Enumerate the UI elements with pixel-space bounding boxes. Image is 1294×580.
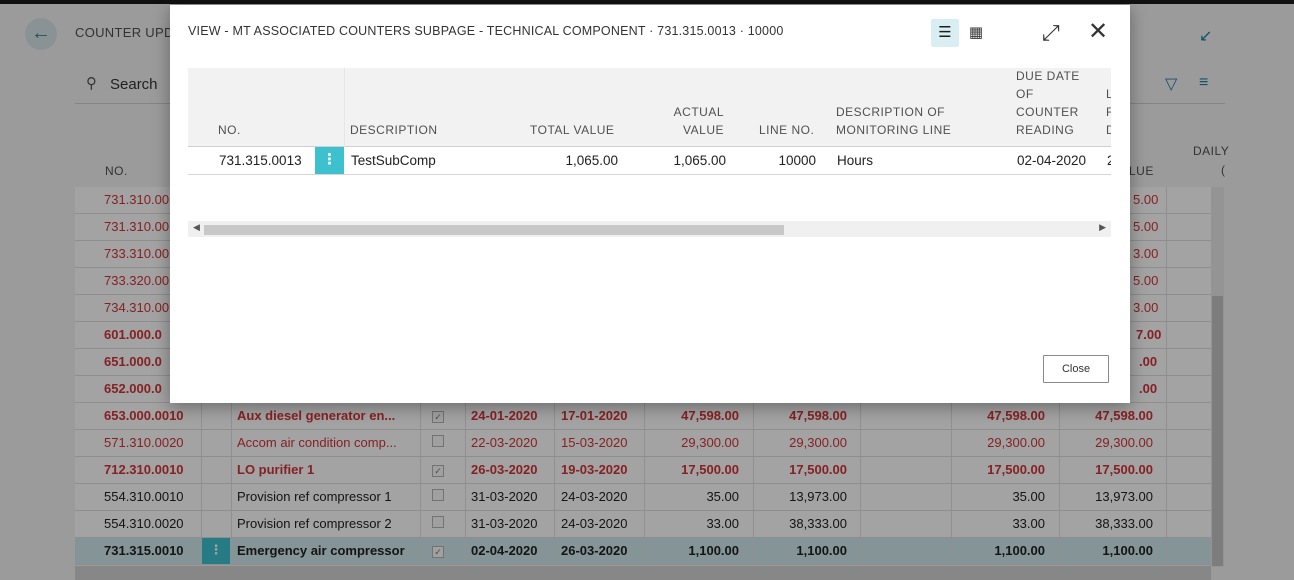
close-icon[interactable]: ✕ (1088, 19, 1108, 45)
scroll-left-icon[interactable]: ◀ (193, 222, 200, 233)
column-header-monitoring-description[interactable]: DESCRIPTION OF MONITORING LINE (836, 103, 951, 139)
cell-actual-value: 1,065.00 (673, 153, 726, 168)
header-line: L (1106, 87, 1111, 101)
subpage-table: NO. DESCRIPTION TOTAL VALUE ACTUAL VALUE… (188, 68, 1111, 238)
column-header-description[interactable]: DESCRIPTION (350, 121, 438, 139)
header-line: D (1106, 123, 1111, 137)
header-line: READING (1016, 123, 1075, 137)
header-line: OF (1016, 87, 1034, 101)
expand-icon[interactable]: ⤢ (1042, 20, 1060, 46)
column-header-no[interactable]: NO. (218, 121, 241, 139)
cell-monitoring-description: Hours (837, 153, 874, 168)
header-line: VALUE (683, 123, 724, 137)
cell-next: 2 (1107, 153, 1111, 168)
table-header: NO. DESCRIPTION TOTAL VALUE ACTUAL VALUE… (188, 68, 1111, 147)
column-divider (344, 68, 345, 147)
header-line: MONITORING LINE (836, 123, 952, 137)
dialog-title: VIEW - MT ASSOCIATED COUNTERS SUBPAGE - … (188, 24, 784, 38)
row-actions-icon[interactable]: ⋮ (315, 147, 344, 174)
cell-line-no: 10000 (778, 153, 816, 168)
cell-due-date: 02-04-2020 (1017, 153, 1087, 168)
header-line: R (1106, 105, 1111, 119)
header-line: DUE DATE (1016, 69, 1080, 83)
associated-counters-dialog: VIEW - MT ASSOCIATED COUNTERS SUBPAGE - … (170, 5, 1130, 403)
cell-total-value: 1,065.00 (565, 153, 618, 168)
header-line: DESCRIPTION OF (836, 105, 946, 119)
close-button[interactable]: Close (1043, 355, 1109, 383)
column-header-next[interactable]: L R D (1106, 85, 1111, 139)
header-line: COUNTER (1016, 105, 1079, 119)
scroll-right-icon[interactable]: ▶ (1099, 222, 1106, 233)
cell-description: TestSubComp (351, 153, 436, 168)
column-header-total-value[interactable]: TOTAL VALUE (530, 121, 614, 139)
table-row[interactable]: 731.315.0013 ⋮ TestSubComp 1,065.00 1,06… (188, 147, 1111, 175)
column-header-actual-value[interactable]: ACTUAL VALUE (658, 103, 724, 139)
horizontal-scrollbar[interactable]: ◀ ▶ (188, 221, 1111, 237)
header-line: ACTUAL (673, 105, 724, 119)
list-view-icon[interactable]: ☰ (931, 19, 959, 47)
cell-no: 731.315.0013 (219, 153, 302, 168)
column-header-due-date[interactable]: DUE DATE OF COUNTER READING (1016, 68, 1080, 139)
tile-view-icon[interactable]: ▦ (962, 19, 990, 47)
column-header-line-no[interactable]: LINE NO. (759, 121, 814, 139)
horizontal-scrollbar-thumb[interactable] (204, 225, 784, 235)
